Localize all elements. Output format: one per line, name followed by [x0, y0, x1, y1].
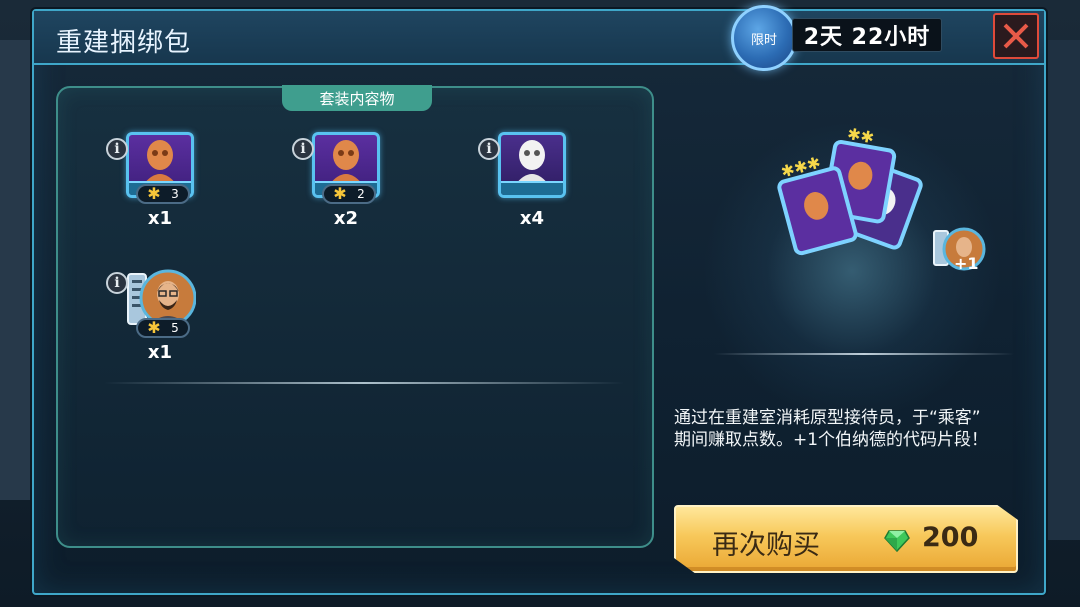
- bundle-description: 通过在重建室消耗原型接待员，于“乘客” 期间赚取点数。+1个伯纳德的代码片段！: [674, 407, 1034, 451]
- bundle-item[interactable]: i ✱ 2 x2: [292, 132, 402, 242]
- star-count: 3: [171, 187, 179, 201]
- star-level-badge: ✱ 5: [136, 318, 190, 338]
- description-line: 通过在重建室消耗原型接待员，于“乘客”: [674, 408, 981, 428]
- limited-time-label: 限时: [750, 32, 777, 48]
- robot-head-icon: [329, 140, 363, 185]
- title-bar: 重建捆绑包 限时 2天 22小时: [34, 5, 1044, 71]
- robot-head-icon: [143, 140, 177, 185]
- info-icon[interactable]: i: [106, 138, 128, 160]
- contents-tab-label: 套装内容物: [319, 89, 395, 108]
- modal-title: 重建捆绑包: [56, 28, 192, 58]
- info-icon[interactable]: i: [106, 272, 128, 294]
- star-level-badge: ✱ 3: [136, 184, 190, 204]
- item-quantity: x4: [519, 208, 545, 229]
- bundle-contents-panel: 套装内容物 i ✱ 3 x1 i ✱ 2 x2 i x4 i ✱ 5 x1: [56, 85, 654, 548]
- star-count: 5: [171, 321, 179, 335]
- star-level-badge: ✱ 2: [322, 184, 376, 204]
- contents-divider: [104, 382, 624, 384]
- item-quantity: x2: [333, 208, 359, 229]
- star-icon: ✱: [333, 184, 347, 203]
- description-line: 期间赚取点数。+1个伯纳德的代码片段！: [674, 430, 989, 450]
- buy-again-button[interactable]: 再次购买 200: [674, 505, 1018, 573]
- background-panel-right: [1040, 40, 1080, 540]
- item-quantity: x1: [147, 208, 173, 229]
- countdown-timer: 2天 22小时: [792, 18, 942, 52]
- art-bonus-label: +1: [954, 254, 979, 273]
- close-icon: [1003, 23, 1029, 49]
- prototype-receptionist-card: [498, 132, 566, 198]
- bundle-item[interactable]: i ✱ 3 x1: [106, 132, 216, 242]
- contents-tab: 套装内容物: [282, 85, 432, 111]
- bundle-item[interactable]: i x4: [478, 132, 588, 242]
- info-icon[interactable]: i: [292, 138, 314, 160]
- right-divider: [714, 353, 1014, 355]
- close-button[interactable]: [993, 13, 1039, 59]
- gem-icon: [884, 530, 910, 552]
- star-count: 2: [357, 187, 365, 201]
- bundle-cards-art: ✱✱ ✱✱✱ +1: [777, 124, 986, 273]
- info-icon[interactable]: i: [478, 138, 500, 160]
- bundle-modal: 重建捆绑包 限时 2天 22小时 套装内容物 i ✱ 3 x1 i ✱ 2 x2…: [32, 5, 1046, 595]
- buy-again-label: 再次购买: [712, 530, 820, 561]
- robot-head-icon: [515, 140, 549, 185]
- bundle-item[interactable]: i ✱ 5 x1: [106, 266, 216, 376]
- item-quantity: x1: [147, 342, 173, 363]
- price-value: 200: [922, 522, 979, 553]
- limited-time-badge: 限时: [731, 5, 797, 71]
- star-icon: ✱: [147, 318, 161, 337]
- star-icon: ✱: [147, 184, 161, 203]
